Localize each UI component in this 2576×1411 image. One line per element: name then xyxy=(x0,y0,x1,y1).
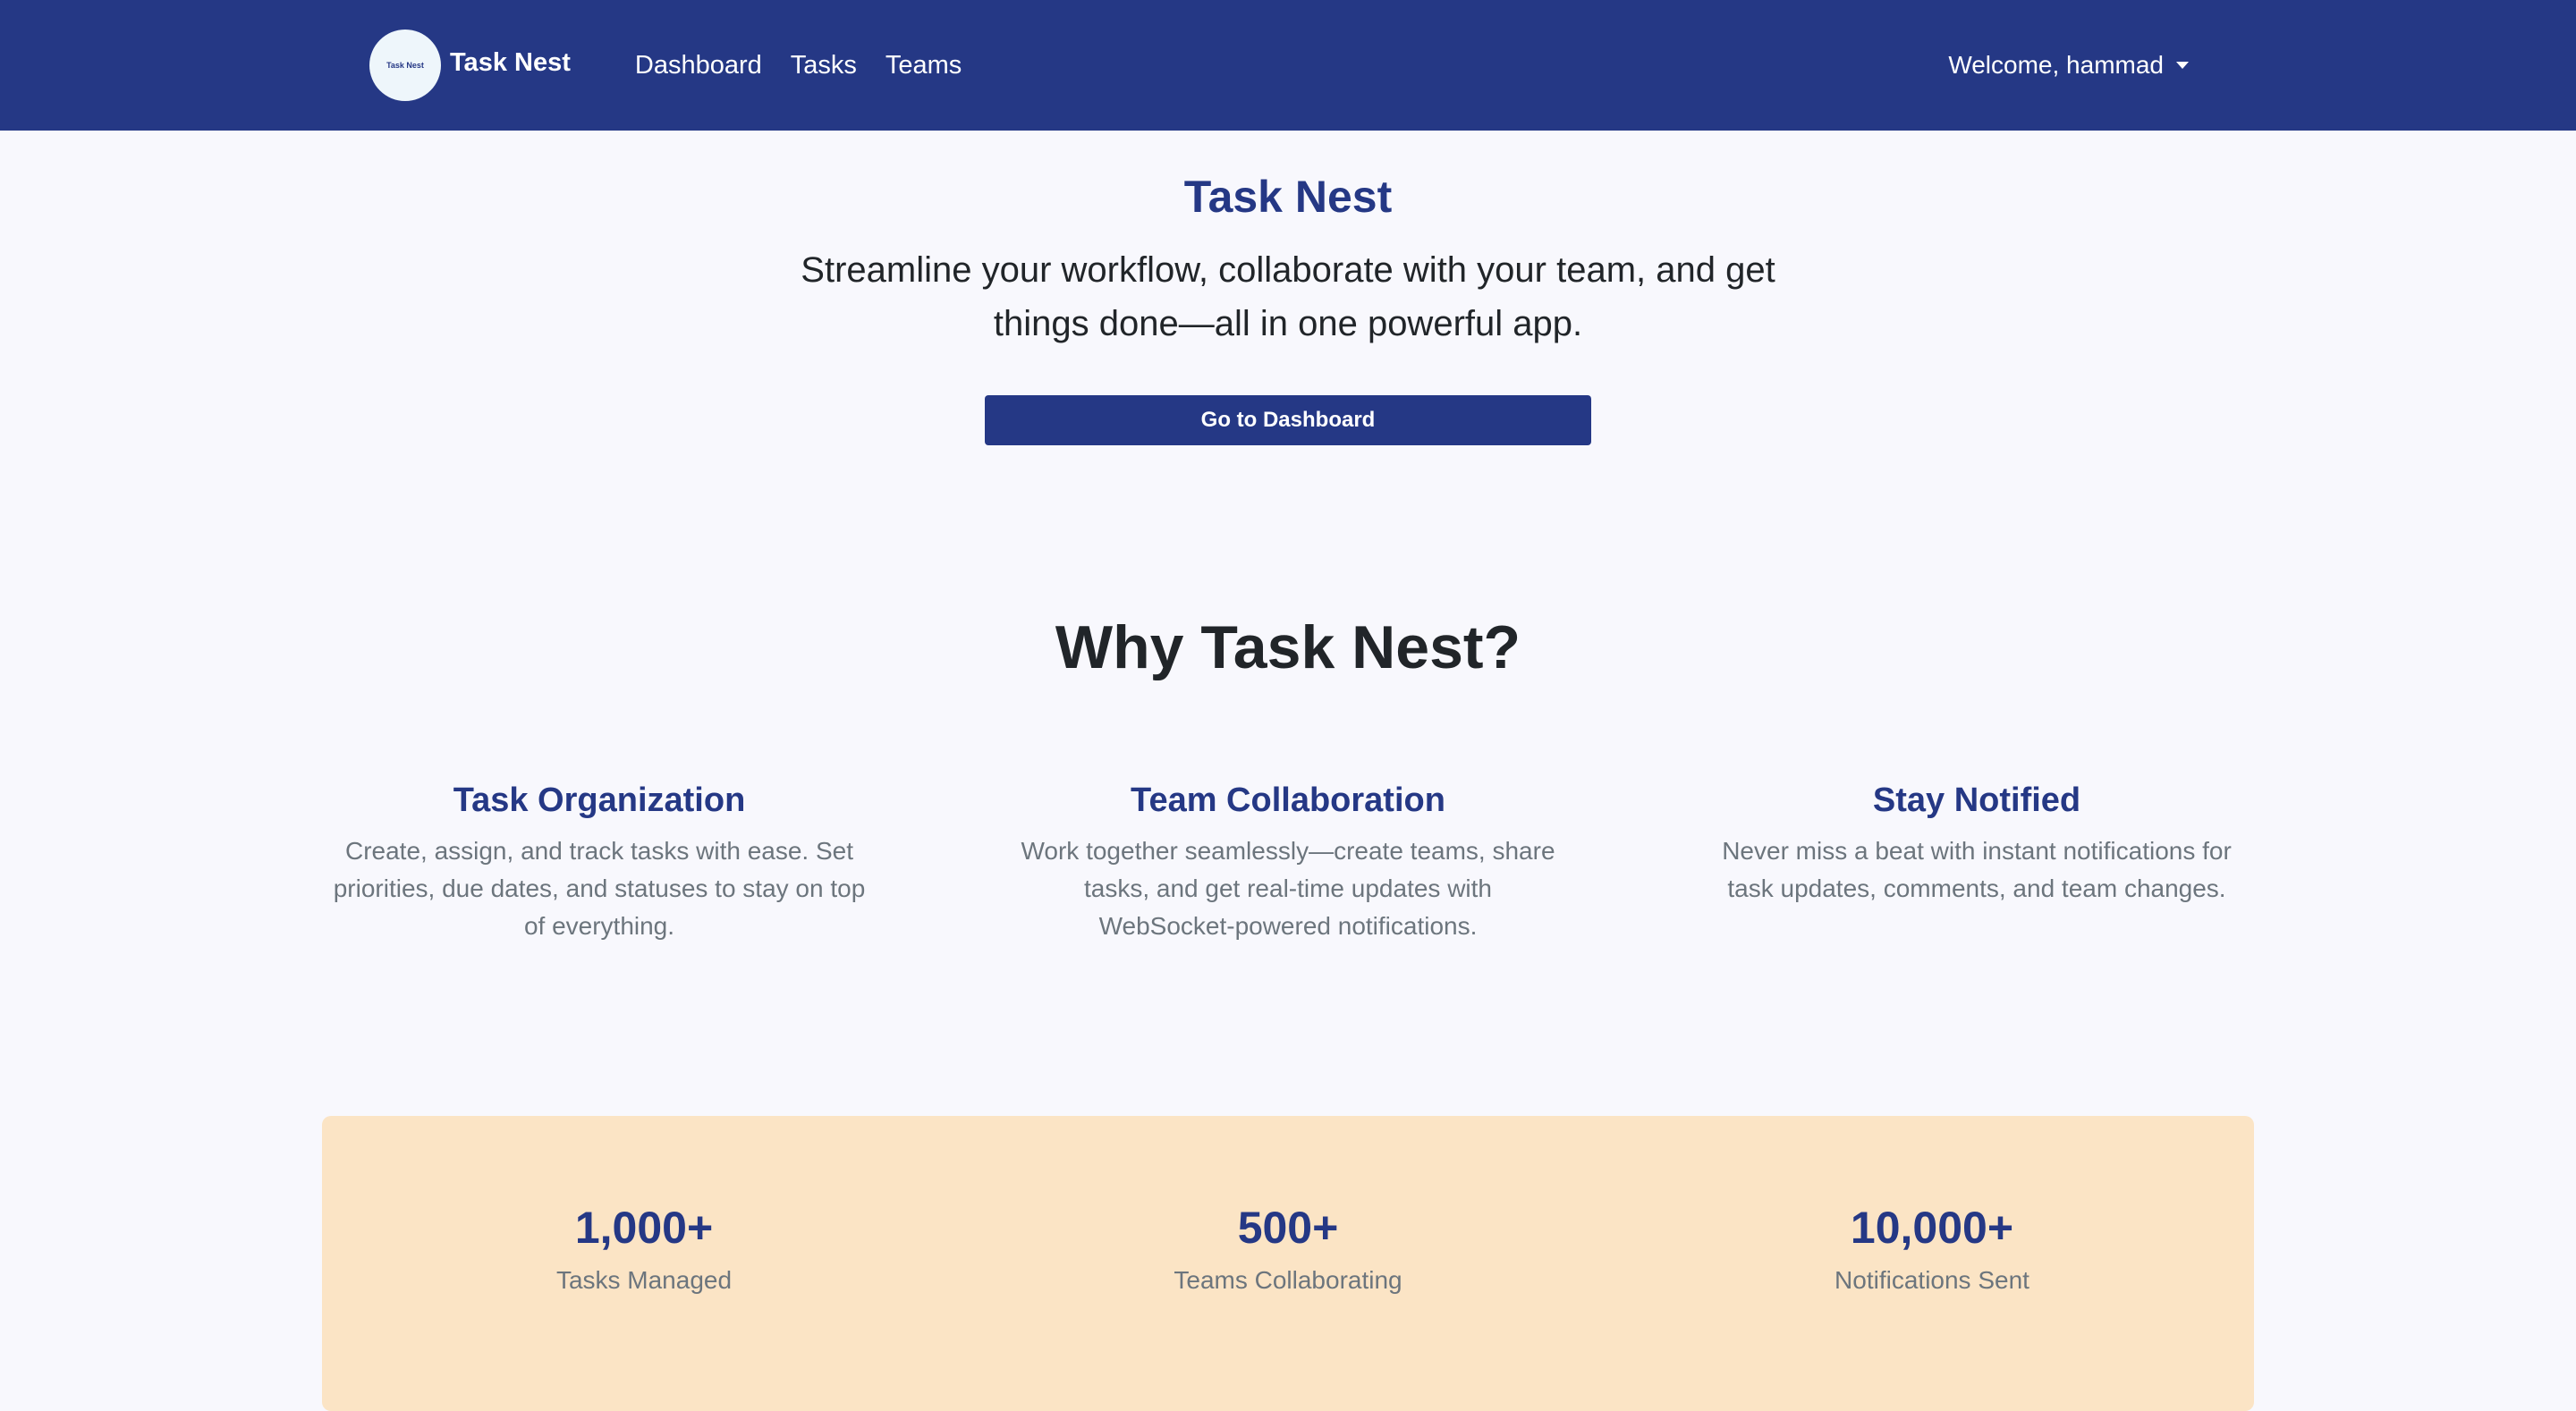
stat-label: Teams Collaborating xyxy=(1174,1266,1402,1294)
feature-stay-notified: Stay Notified Never miss a beat with ins… xyxy=(1708,782,2245,945)
stat-value: 500+ xyxy=(1237,1203,1339,1253)
nav-link-dashboard[interactable]: Dashboard xyxy=(635,51,762,80)
feature-title: Task Organization xyxy=(453,781,746,819)
features-grid: Task Organization Create, assign, and tr… xyxy=(331,782,2245,945)
logo: Task Nest xyxy=(369,30,441,101)
logo-text: Task Nest xyxy=(386,61,424,70)
features-section: Why Task Nest? Task Organization Create,… xyxy=(0,445,2576,945)
stat-label: Tasks Managed xyxy=(555,1266,733,1294)
user-greeting: Welcome, hammad xyxy=(1948,51,2164,79)
hero-title: Task Nest xyxy=(1183,172,1393,222)
stats-section: 1,000+ Tasks Managed 500+ Teams Collabor… xyxy=(322,1116,2254,1411)
stat-teams-collaborating: 500+ Teams Collaborating xyxy=(966,1116,1610,1411)
stat-value: 10,000+ xyxy=(1850,1203,2014,1253)
nav-link-teams[interactable]: Teams xyxy=(886,51,962,80)
navbar-container: Task Nest Task Nest Dashboard Tasks Team… xyxy=(369,0,2207,131)
hero-section: Task Nest Streamline your workflow, coll… xyxy=(0,131,2576,445)
feature-description: Never miss a beat with instant notificat… xyxy=(1722,836,2232,902)
stat-label: Notifications Sent xyxy=(1835,1266,2029,1294)
feature-team-collaboration: Team Collaboration Work together seamles… xyxy=(1020,782,1556,945)
nav-link-tasks[interactable]: Tasks xyxy=(791,51,857,80)
go-to-dashboard-button[interactable]: Go to Dashboard xyxy=(985,395,1591,445)
feature-description: Work together seamlessly—create teams, s… xyxy=(1021,836,1555,940)
navbar: Task Nest Task Nest Dashboard Tasks Team… xyxy=(0,0,2576,131)
user-menu-dropdown[interactable]: Welcome, hammad xyxy=(1948,51,2189,80)
stat-notifications-sent: 10,000+ Notifications Sent xyxy=(1610,1116,2254,1411)
brand-name: Task Nest xyxy=(450,47,571,77)
section-title: Why Task Nest? xyxy=(1055,613,1521,681)
feature-task-organization: Task Organization Create, assign, and tr… xyxy=(331,782,868,945)
caret-down-icon xyxy=(2176,62,2189,69)
brand-link[interactable]: Task Nest Task Nest xyxy=(369,30,571,101)
feature-description: Create, assign, and track tasks with eas… xyxy=(333,836,866,940)
nav-links: Dashboard Tasks Teams xyxy=(635,51,990,80)
feature-title: Stay Notified xyxy=(1872,781,2081,819)
stat-tasks-managed: 1,000+ Tasks Managed xyxy=(322,1116,966,1411)
stat-value: 1,000+ xyxy=(574,1203,714,1253)
hero-subtitle: Streamline your workflow, collaborate wi… xyxy=(801,250,1775,343)
feature-title: Team Collaboration xyxy=(1131,781,1445,819)
